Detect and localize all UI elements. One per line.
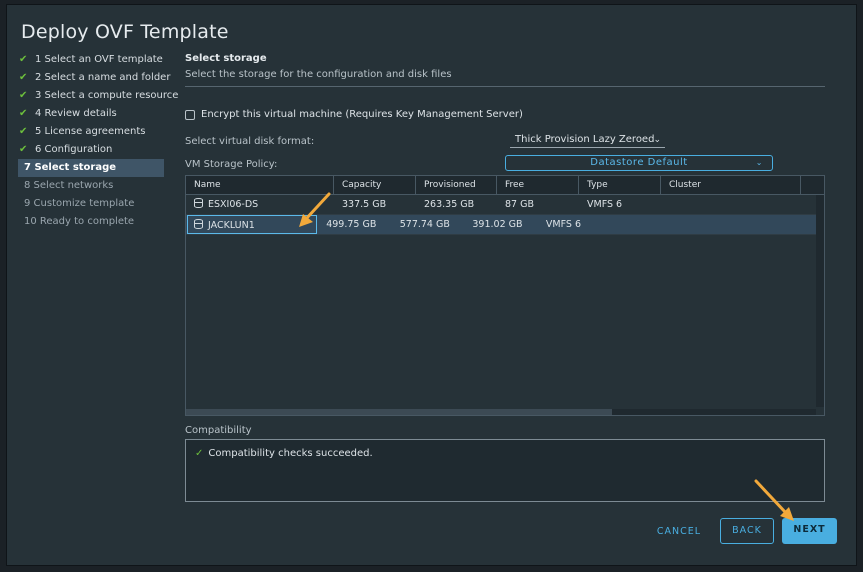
horizontal-scrollbar[interactable] [186, 409, 816, 415]
chevron-down-icon: ⌄ [755, 158, 763, 167]
type-cell: VMFS 6 [545, 219, 581, 230]
table-row[interactable]: ESXI06-DS 337.5 GB 263.35 GB 87 GB VMFS … [186, 195, 824, 215]
dialog-title: Deploy OVF Template [21, 21, 229, 43]
scrollbar-thumb[interactable] [186, 409, 612, 415]
step-6[interactable]: ✔ 6 Configuration [18, 141, 178, 159]
check-icon: ✔ [19, 144, 28, 155]
divider [185, 86, 825, 87]
check-icon: ✔ [19, 90, 28, 101]
column-header-free[interactable]: Free [497, 176, 579, 194]
datastore-name: ESXI06-DS [208, 199, 259, 210]
step-label: 9 Customize template [24, 198, 135, 209]
step-label: 3 Select a compute resource [35, 90, 179, 101]
disk-format-value: Thick Provision Lazy Zeroed [515, 134, 655, 145]
datastore-icon [194, 219, 203, 229]
name-cell: ESXI06-DS [186, 195, 334, 214]
column-header-capacity[interactable]: Capacity [334, 176, 416, 194]
step-4[interactable]: ✔ 4 Review details [18, 105, 178, 123]
chevron-down-icon: ⌄ [653, 135, 661, 145]
encrypt-checkbox[interactable] [185, 109, 195, 120]
free-cell: 87 GB [505, 199, 534, 210]
column-header-cluster[interactable]: Cluster [661, 176, 801, 194]
free-cell: 391.02 GB [472, 219, 523, 230]
cancel-button[interactable]: CANCEL [655, 520, 703, 546]
next-button[interactable]: NEXT [782, 518, 837, 544]
table-header: Name Capacity Provisioned Free Type Clus… [186, 176, 824, 195]
cluster-cell [661, 195, 801, 214]
capacity-cell: 337.5 GB [342, 199, 387, 210]
name-cell: JACKLUN1 [187, 215, 318, 234]
storage-policy-value: Datastore Default [590, 157, 688, 168]
step-label: 4 Review details [35, 108, 117, 119]
section-heading: Select storage [185, 53, 267, 64]
vertical-scrollbar[interactable] [816, 195, 824, 407]
disk-format-label: Select virtual disk format: [185, 136, 315, 147]
compatibility-label: Compatibility [185, 425, 252, 436]
column-header-provisioned[interactable]: Provisioned [416, 176, 497, 194]
step-label: 10 Ready to complete [24, 216, 135, 227]
step-label: 8 Select networks [24, 180, 114, 191]
back-button[interactable]: BACK [720, 518, 774, 544]
datastore-icon [194, 198, 203, 208]
type-cell: VMFS 6 [587, 199, 623, 210]
check-icon: ✓ [195, 448, 204, 459]
check-icon: ✔ [19, 108, 28, 119]
step-label: 6 Configuration [35, 144, 113, 155]
encrypt-label: Encrypt this virtual machine (Requires K… [201, 109, 523, 120]
wizard-steps: ✔ 1 Select an OVF template ✔ 2 Select a na… [18, 51, 178, 231]
step-3[interactable]: ✔ 3 Select a compute resource [18, 87, 178, 105]
step-1[interactable]: ✔ 1 Select an OVF template [18, 51, 178, 69]
compatibility-panel: ✓ Compatibility checks succeeded. [185, 439, 825, 502]
compatibility-text: Compatibility checks succeeded. [208, 448, 373, 459]
check-icon: ✔ [19, 126, 28, 137]
step-9: 9 Customize template [18, 195, 178, 213]
step-8: 8 Select networks [18, 177, 178, 195]
datastore-table: Name Capacity Provisioned Free Type Clus… [185, 175, 825, 416]
step-label: 1 Select an OVF template [35, 54, 163, 65]
datastore-name: JACKLUN1 [208, 220, 255, 231]
check-icon: ✔ [19, 72, 28, 83]
table-row-selected[interactable]: JACKLUN1 499.75 GB 577.74 GB 391.02 GB V… [186, 215, 824, 235]
provisioned-cell: 263.35 GB [424, 199, 475, 210]
section-subtitle: Select the storage for the configuration… [185, 69, 452, 80]
column-header-type[interactable]: Type [579, 176, 661, 194]
step-7[interactable]: 7 Select storage [18, 159, 164, 177]
column-header-name[interactable]: Name [186, 176, 334, 194]
storage-policy-label: VM Storage Policy: [185, 159, 278, 170]
disk-format-select[interactable]: Thick Provision Lazy Zeroed ⌄ [510, 132, 665, 148]
step-label: 7 Select storage [24, 162, 117, 173]
capacity-cell: 499.75 GB [326, 219, 377, 230]
storage-policy-select[interactable]: Datastore Default ⌄ [505, 155, 773, 171]
step-10: 10 Ready to complete [18, 213, 178, 231]
step-2[interactable]: ✔ 2 Select a name and folder [18, 69, 178, 87]
step-5[interactable]: ✔ 5 License agreements [18, 123, 178, 141]
select-storage-section: Select storage Select the storage for th… [185, 53, 827, 87]
compatibility-message: ✓ Compatibility checks succeeded. [195, 448, 373, 459]
provisioned-cell: 577.74 GB [399, 219, 450, 230]
step-label: 2 Select a name and folder [35, 72, 171, 83]
step-label: 5 License agreements [35, 126, 146, 137]
check-icon: ✔ [19, 54, 28, 65]
cluster-cell [611, 215, 824, 234]
encrypt-option[interactable]: Encrypt this virtual machine (Requires K… [185, 109, 523, 120]
